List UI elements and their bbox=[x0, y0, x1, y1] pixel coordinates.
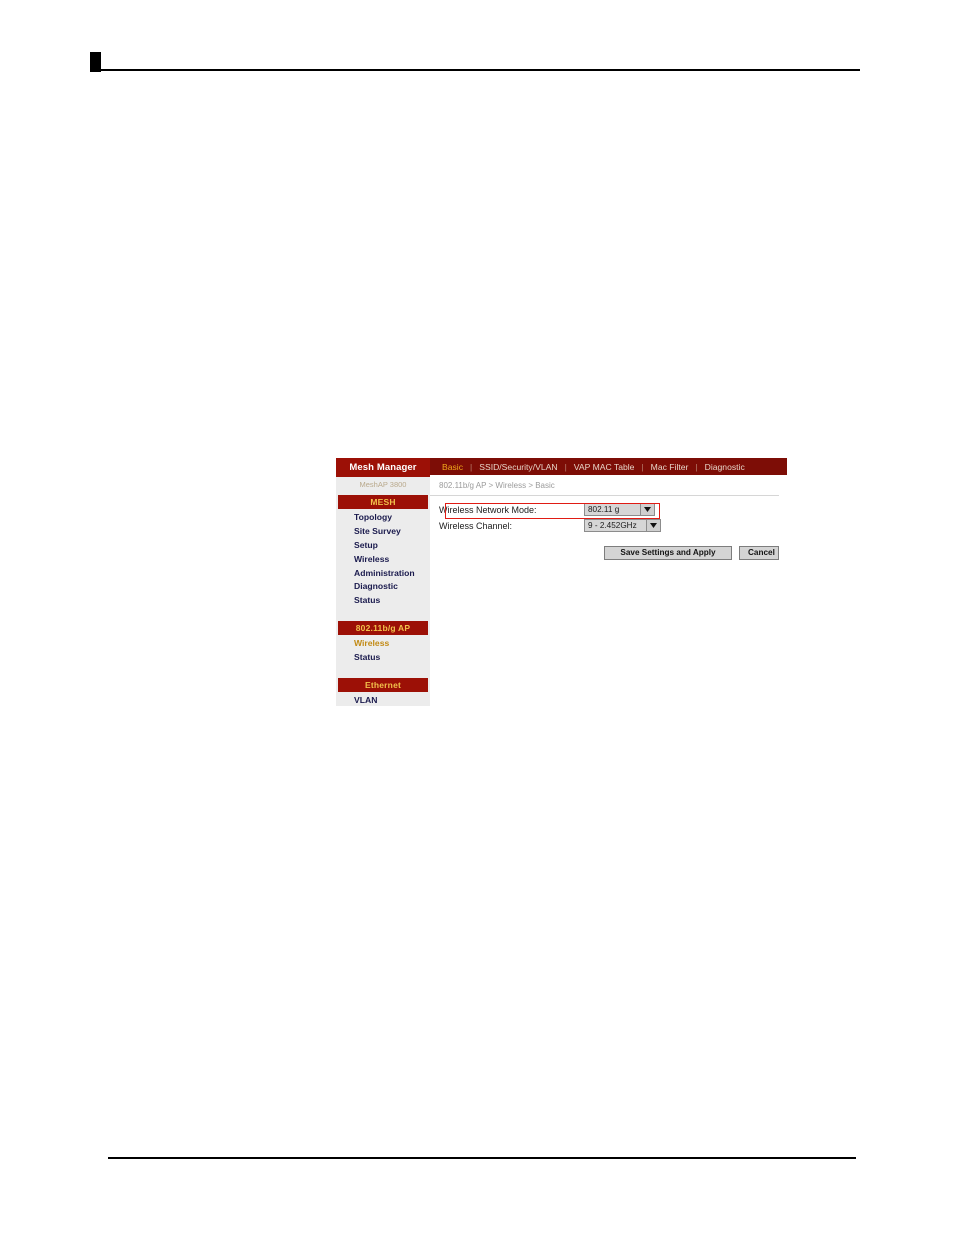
page-footer-rule bbox=[108, 1157, 856, 1159]
chevron-down-icon[interactable] bbox=[646, 520, 660, 531]
sidebar-section-items-ap: Wireless Status bbox=[336, 635, 430, 671]
wireless-network-mode-value: 802.11 g bbox=[588, 505, 620, 514]
settings-form: Wireless Network Mode: 802.11 g Wireless… bbox=[430, 496, 787, 560]
tab-vap-mac-table[interactable]: VAP MAC Table bbox=[568, 462, 641, 472]
sidebar-item-wireless-mesh[interactable]: Wireless bbox=[336, 553, 430, 567]
sidebar-item-diagnostic[interactable]: Diagnostic bbox=[336, 580, 430, 594]
tab-ssid-security-vlan[interactable]: SSID/Security/VLAN bbox=[473, 462, 563, 472]
wireless-channel-value: 9 - 2.452GHz bbox=[588, 521, 637, 530]
running-head-rule bbox=[100, 69, 860, 71]
form-row-wireless-network-mode: Wireless Network Mode: 802.11 g bbox=[439, 502, 787, 519]
sidebar-item-vlan[interactable]: VLAN bbox=[336, 694, 430, 708]
tab-diagnostic[interactable]: Diagnostic bbox=[699, 462, 751, 472]
sidebar-section-items-ethernet: VLAN bbox=[336, 692, 430, 714]
cancel-button[interactable]: Cancel bbox=[739, 546, 779, 560]
sidebar-item-setup[interactable]: Setup bbox=[336, 539, 430, 553]
tab-bar: Basic | SSID/Security/VLAN | VAP MAC Tab… bbox=[430, 458, 787, 475]
sidebar-item-site-survey[interactable]: Site Survey bbox=[336, 525, 430, 539]
tab-mac-filter[interactable]: Mac Filter bbox=[645, 462, 695, 472]
tab-basic[interactable]: Basic bbox=[436, 462, 469, 472]
sidebar-item-administration[interactable]: Administration bbox=[336, 567, 430, 581]
chevron-down-icon[interactable] bbox=[640, 504, 654, 515]
save-settings-and-apply-button[interactable]: Save Settings and Apply bbox=[604, 546, 732, 560]
brand-title: Mesh Manager bbox=[336, 458, 430, 477]
page-running-head bbox=[90, 52, 860, 74]
wireless-channel-select[interactable]: 9 - 2.452GHz bbox=[584, 519, 661, 532]
sidebar-item-wireless-ap[interactable]: Wireless bbox=[336, 637, 430, 651]
sidebar-section-heading-ap: 802.11b/g AP bbox=[338, 621, 428, 636]
sidebar-item-status-ap[interactable]: Status bbox=[336, 651, 430, 665]
device-model-label: MeshAP 3800 bbox=[336, 477, 430, 495]
sidebar-section-items-mesh: Topology Site Survey Setup Wireless Admi… bbox=[336, 509, 430, 614]
wireless-network-mode-select[interactable]: 802.11 g bbox=[584, 503, 655, 516]
wireless-network-mode-label: Wireless Network Mode: bbox=[439, 504, 537, 515]
form-button-row: Save Settings and Apply Cancel bbox=[439, 546, 787, 560]
breadcrumb: 802.11b/g AP > Wireless > Basic bbox=[430, 475, 779, 496]
router-web-ui-screenshot: Mesh Manager MeshAP 3800 MESH Topology S… bbox=[336, 458, 787, 707]
sidebar-section-heading-ethernet: Ethernet bbox=[338, 677, 428, 692]
sidebar: Mesh Manager MeshAP 3800 MESH Topology S… bbox=[336, 458, 430, 706]
form-row-wireless-channel: Wireless Channel: 9 - 2.452GHz bbox=[439, 518, 787, 533]
content-area: Basic | SSID/Security/VLAN | VAP MAC Tab… bbox=[430, 458, 787, 707]
wireless-channel-label: Wireless Channel: bbox=[439, 520, 513, 531]
sidebar-item-status-mesh[interactable]: Status bbox=[336, 594, 430, 608]
sidebar-section-heading-mesh: MESH bbox=[338, 495, 428, 509]
sidebar-item-topology[interactable]: Topology bbox=[336, 511, 430, 525]
